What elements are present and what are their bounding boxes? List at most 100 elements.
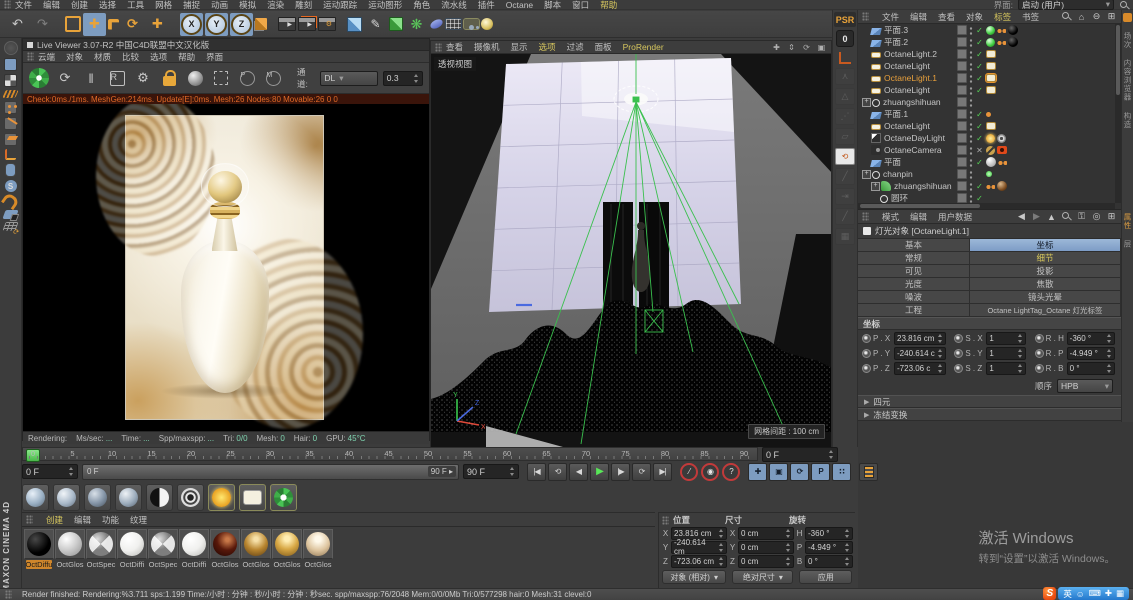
orangedots-tag-icon[interactable]: [986, 183, 995, 189]
reset-psr-button[interactable]: 0: [836, 30, 854, 47]
enable-check-icon[interactable]: ✓: [975, 38, 984, 47]
prev-frame-button[interactable]: ◀: [569, 462, 588, 481]
expand-icon[interactable]: +: [862, 97, 871, 107]
stepper-icon[interactable]: [786, 528, 791, 538]
nosign-tag-icon[interactable]: [986, 145, 995, 155]
visibility-dots-icon[interactable]: [969, 97, 973, 107]
attr-tab-基本[interactable]: 基本: [858, 239, 970, 252]
record-point-level-toggle[interactable]: ∷: [832, 462, 851, 481]
soft-selection-icon[interactable]: S: [4, 180, 17, 192]
side-tab-内容浏览器[interactable]: 内容浏览器: [1122, 59, 1133, 102]
visibility-dots-icon[interactable]: [969, 133, 973, 143]
field-value[interactable]: 1: [986, 362, 1027, 375]
field-value[interactable]: -4.949 °: [1066, 347, 1115, 360]
brownsphere-tag-icon[interactable]: [997, 181, 1007, 191]
coord-value[interactable]: 0 cm: [738, 554, 794, 568]
add-environment-button[interactable]: [445, 18, 462, 30]
am-menu-item-0[interactable]: 模式: [882, 211, 899, 223]
key-radio-icon[interactable]: [1034, 349, 1044, 358]
restart-render-button[interactable]: ⟳: [55, 68, 75, 88]
material-4-OctSpec[interactable]: OctSpec: [148, 529, 178, 570]
enable-check-icon[interactable]: ✓: [975, 74, 984, 83]
coord-value[interactable]: 0 cm: [738, 540, 794, 554]
coord-value[interactable]: -360 °: [805, 526, 853, 540]
snap-spline-icon[interactable]: ╱: [835, 168, 855, 185]
object-row-OctaneLight[interactable]: OctaneLight ✓: [858, 84, 1121, 96]
attr-tab-细节[interactable]: 细节: [970, 252, 1121, 265]
render-view[interactable]: [23, 104, 429, 431]
vp-menu-item-2[interactable]: 显示: [511, 41, 528, 53]
layer-icon[interactable]: [957, 61, 967, 71]
enable-check-icon[interactable]: ✓: [975, 50, 984, 59]
lock-icon[interactable]: ⚿: [1076, 211, 1087, 222]
field-value[interactable]: 1: [986, 332, 1027, 345]
redo-button[interactable]: ↷: [31, 13, 54, 36]
stepper-icon[interactable]: [845, 542, 850, 552]
object-row-OctaneCamera[interactable]: OctaneCamera ✕: [858, 144, 1121, 156]
polygons-mode-icon[interactable]: [4, 133, 17, 146]
main-menu-item-12[interactable]: 运动图形: [368, 0, 402, 11]
field-value[interactable]: -360 °: [1066, 332, 1115, 345]
visibility-dots-icon[interactable]: [969, 73, 973, 83]
key-radio-icon[interactable]: [1034, 334, 1044, 343]
axis-handle-icon[interactable]: [836, 50, 854, 65]
workplane-rotate-icon[interactable]: [2, 222, 19, 231]
current-frame-spinner[interactable]: 0 F: [22, 464, 78, 479]
octane-mix-material-button[interactable]: [146, 484, 173, 511]
field-value[interactable]: 0 °: [1066, 362, 1115, 375]
key-radio-icon[interactable]: [1034, 364, 1044, 373]
snap-grid-icon[interactable]: ▦: [835, 228, 855, 245]
layer-icon[interactable]: [957, 97, 967, 107]
visibility-dots-icon[interactable]: [969, 157, 973, 167]
coord-system-icon[interactable]: [255, 18, 267, 30]
material-2-OctSpec[interactable]: OctSpec: [86, 529, 116, 570]
stepper-icon[interactable]: [938, 349, 943, 358]
viewport-scene[interactable]: 透视视图 网格间距 : 100 cm Y X Z: [431, 54, 831, 447]
last-tool-icon[interactable]: ✚: [146, 13, 169, 36]
lv-menu-item-0[interactable]: 云端: [38, 51, 55, 63]
drag-handle-icon[interactable]: [862, 12, 869, 21]
rotate-tool-icon[interactable]: ⟳: [121, 13, 144, 36]
size-mode-dropdown[interactable]: 绝对尺寸 ▾: [732, 570, 794, 584]
visibility-dots-icon[interactable]: [969, 121, 973, 131]
om-menu-item-4[interactable]: 标签: [994, 11, 1011, 23]
octane-arealight-button[interactable]: [239, 484, 266, 511]
main-menu-item-0[interactable]: 文件: [15, 0, 32, 11]
loop-button[interactable]: ⟳: [632, 462, 651, 481]
goto-end-button[interactable]: ▶|: [653, 462, 672, 481]
am-menu-item-1[interactable]: 编辑: [910, 211, 927, 223]
orangedots-tag-icon[interactable]: [997, 27, 1006, 33]
end-frame-spinner[interactable]: 90 F: [463, 464, 519, 479]
lock-resolution-button[interactable]: [159, 68, 179, 88]
layer-icon[interactable]: [957, 169, 967, 179]
move-tool-icon[interactable]: ✚: [83, 12, 106, 36]
vp-menu-item-3[interactable]: 选项: [539, 41, 556, 53]
attr-tab-可见[interactable]: 可见: [858, 265, 970, 278]
om-menu-item-3[interactable]: 对象: [966, 11, 983, 23]
focus-picker-button[interactable]: P: [237, 68, 257, 88]
layer-icon[interactable]: [957, 157, 967, 167]
orangedots-tag-icon[interactable]: [998, 159, 1007, 165]
mat-menu-item-0[interactable]: 创建: [46, 514, 63, 526]
material-5-OctDiffi[interactable]: OctDiffi: [179, 529, 209, 570]
main-menu-item-4[interactable]: 工具: [127, 0, 144, 11]
layer-icon[interactable]: [957, 109, 967, 119]
lightrect-tag-icon[interactable]: [986, 50, 996, 58]
main-menu-item-5[interactable]: 网格: [155, 0, 172, 11]
goto-start-button[interactable]: |◀: [527, 462, 546, 481]
object-row-OctaneLight.1[interactable]: OctaneLight.1 ✓: [858, 72, 1121, 84]
add-light-button[interactable]: [481, 18, 493, 30]
lock-z-axis-button[interactable]: Z: [230, 12, 253, 36]
make-editable-icon[interactable]: [3, 41, 18, 55]
layer-icon[interactable]: [957, 85, 967, 95]
enable-check-icon[interactable]: ✓: [975, 86, 984, 95]
new-window-icon[interactable]: ⊞: [1106, 11, 1117, 22]
texture-mode-icon[interactable]: [4, 74, 17, 87]
play-button[interactable]: ▶: [590, 462, 609, 481]
record-scale-toggle[interactable]: ▣: [769, 462, 788, 481]
visibility-dots-icon[interactable]: [969, 193, 973, 203]
enable-check-icon[interactable]: ✓: [975, 62, 984, 71]
key-radio-icon[interactable]: [862, 364, 871, 373]
stepper-icon[interactable]: [719, 556, 724, 566]
sogou-logo-icon[interactable]: S: [1043, 587, 1057, 600]
